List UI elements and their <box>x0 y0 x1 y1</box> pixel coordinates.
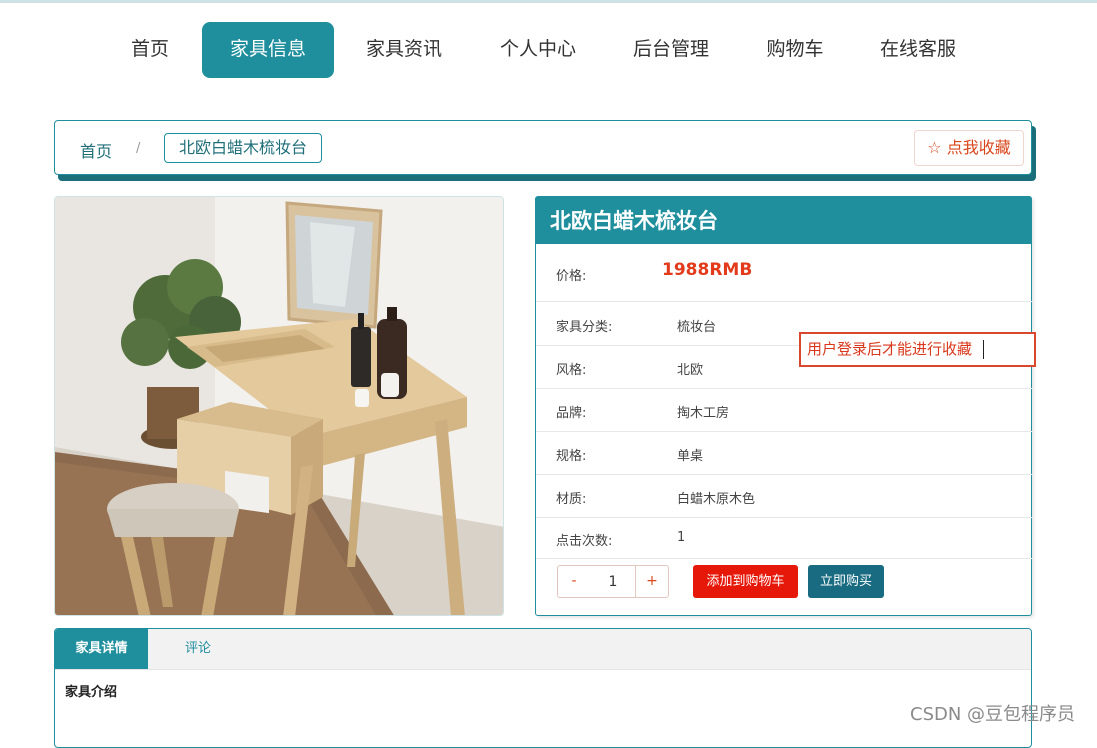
tooltip-text: 用户登录后才能进行收藏 <box>807 340 973 358</box>
watermark: CSDN @豆包程序员 <box>910 704 1076 725</box>
field-label: 点击次数: <box>556 534 613 549</box>
field-row: 材质: 白蜡木原木色 <box>536 475 1033 518</box>
price-label: 价格: <box>556 269 587 284</box>
detail-tabs-panel: 家具详情 评论 家具介绍 <box>54 628 1032 748</box>
field-value: 掏木工房 <box>677 406 730 421</box>
tab-comments[interactable]: 评论 <box>165 629 231 669</box>
breadcrumb-current: 北欧白蜡木梳妆台 <box>164 133 323 163</box>
field-row: 点击次数: 1 <box>536 518 1033 559</box>
product-image <box>54 196 504 616</box>
buy-now-button[interactable]: 立即购买 <box>808 565 884 598</box>
nav-item-home[interactable]: 首页 <box>112 22 188 78</box>
quantity-increment-button[interactable]: + <box>635 565 669 598</box>
product-info-panel: 北欧白蜡木梳妆台 价格: 1988RMB 家具分类: 梳妆台 风格: 北欧 品牌… <box>535 196 1033 616</box>
nav-item-furniture-info[interactable]: 家具信息 <box>202 22 334 78</box>
nav-item-cart[interactable]: 购物车 <box>752 22 838 78</box>
field-value: 白蜡木原木色 <box>677 492 756 507</box>
field-value: 北欧 <box>677 363 704 378</box>
nav-item-online-service[interactable]: 在线客服 <box>864 22 972 78</box>
nav-item-admin[interactable]: 后台管理 <box>617 22 725 78</box>
furniture-intro-heading: 家具介绍 <box>65 685 118 700</box>
breadcrumb-separator: / <box>136 141 141 156</box>
top-border <box>0 0 1097 3</box>
nav-item-furniture-news[interactable]: 家具资讯 <box>350 22 458 78</box>
tab-furniture-details[interactable]: 家具详情 <box>55 629 148 669</box>
field-label: 品牌: <box>556 406 587 421</box>
login-required-tooltip: 用户登录后才能进行收藏 <box>799 332 1036 367</box>
field-label: 家具分类: <box>556 320 613 335</box>
text-cursor-icon <box>983 340 984 359</box>
field-label: 风格: <box>556 363 587 378</box>
price-row: 价格: 1988RMB <box>536 244 1033 302</box>
breadcrumb: 首页 / 北欧白蜡木梳妆台 ☆ 点我收藏 <box>54 120 1032 175</box>
quantity-input[interactable] <box>590 565 636 598</box>
main-nav: 首页 家具信息 家具资讯 个人中心 后台管理 购物车 在线客服 <box>0 22 1097 78</box>
breadcrumb-home-link[interactable]: 首页 <box>80 138 112 162</box>
quantity-decrement-button[interactable]: - <box>557 565 591 598</box>
field-value: 梳妆台 <box>677 320 717 335</box>
field-value: 单桌 <box>677 449 704 464</box>
tabs-header: 家具详情 评论 <box>55 629 1031 670</box>
favorite-button-label: ☆ 点我收藏 <box>927 138 1011 157</box>
field-value: 1 <box>677 530 686 545</box>
field-row: 品牌: 掏木工房 <box>536 389 1033 432</box>
add-to-cart-button[interactable]: 添加到购物车 <box>693 565 798 598</box>
nav-item-personal-center[interactable]: 个人中心 <box>484 22 592 78</box>
field-row: 规格: 单桌 <box>536 432 1033 475</box>
field-label: 材质: <box>556 492 587 507</box>
field-label: 规格: <box>556 449 587 464</box>
favorite-button[interactable]: ☆ 点我收藏 <box>914 130 1024 166</box>
price-value: 1988RMB <box>662 260 753 280</box>
product-title: 北欧白蜡木梳妆台 <box>536 197 1031 244</box>
